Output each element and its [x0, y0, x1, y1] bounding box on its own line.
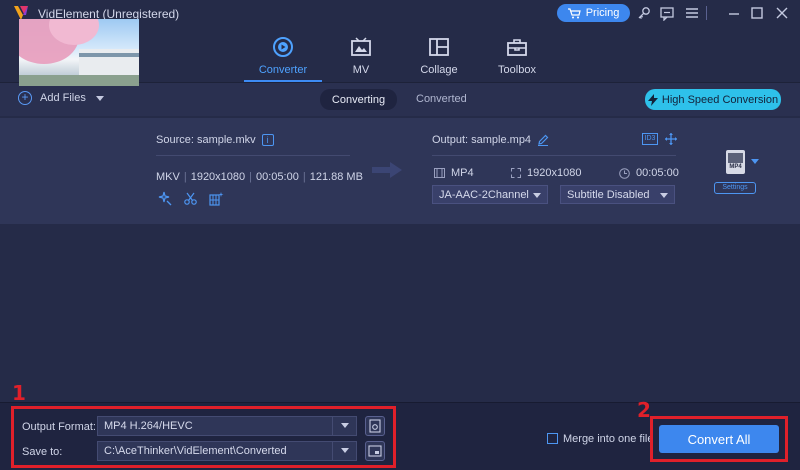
settings-button[interactable]: Settings: [714, 182, 756, 194]
magic-wand-icon[interactable]: [157, 191, 172, 206]
tab-mv-label: MV: [352, 64, 370, 76]
add-files-label: Add Files: [40, 92, 86, 104]
tab-converted[interactable]: Converted: [416, 93, 467, 105]
clock-icon: [619, 167, 630, 179]
add-files-button[interactable]: + Add Files: [18, 91, 104, 105]
audio-track-value: JA-AAC-2Channel: [439, 188, 529, 201]
resize-icon: [511, 168, 521, 178]
close-icon[interactable]: [774, 5, 790, 21]
info-icon[interactable]: i: [261, 134, 274, 146]
merge-label: Merge into one file: [563, 433, 654, 445]
source-info: Source: sample.mkv i: [156, 134, 274, 146]
output-format-meta: MP4: [434, 167, 474, 179]
pricing-label: Pricing: [585, 7, 620, 19]
audio-track-select[interactable]: JA-AAC-2Channel: [432, 185, 548, 204]
source-divider: [156, 155, 350, 156]
high-speed-conversion-button[interactable]: High Speed Conversion: [645, 89, 781, 110]
tab-converter-label: Converter: [258, 64, 308, 76]
pricing-button[interactable]: Pricing: [557, 4, 630, 22]
video-thumbnail[interactable]: [19, 19, 139, 86]
tab-converting[interactable]: Converting: [320, 89, 397, 110]
subtitle-value: Subtitle Disabled: [567, 188, 650, 201]
toolbar: + Add Files Converting Converted High Sp…: [0, 83, 800, 116]
converter-icon: [273, 37, 293, 57]
format-icon-label: MP4: [729, 164, 742, 170]
annotation-box-1: [11, 406, 396, 468]
toolbox-icon: [507, 39, 527, 56]
chevron-down-icon[interactable]: [95, 95, 104, 101]
output-format-icon[interactable]: MP4: [726, 150, 745, 174]
chevron-down-icon: [533, 193, 541, 198]
tab-toolbox-label: Toolbox: [498, 64, 536, 76]
chevron-down-icon: [660, 193, 668, 198]
cart-icon: [567, 7, 581, 18]
scissors-icon[interactable]: [183, 191, 198, 206]
collage-icon: [429, 38, 449, 56]
tab-collage-label: Collage: [420, 64, 458, 76]
source-size: 121.88 MB: [309, 171, 363, 183]
move-icon[interactable]: [664, 132, 678, 146]
source-format: MKV: [156, 171, 180, 183]
output-duration: 00:05:00: [636, 167, 679, 179]
source-resolution: 1920x1080: [190, 171, 246, 183]
mv-icon: [351, 37, 371, 56]
tab-toolbox[interactable]: Toolbox: [479, 36, 555, 80]
tab-converter[interactable]: Converter: [245, 36, 321, 80]
high-speed-label: High Speed Conversion: [661, 93, 779, 106]
source-duration: 00:05:00: [256, 171, 299, 183]
key-icon[interactable]: [636, 5, 652, 21]
format-dropdown-chevron-icon[interactable]: [751, 159, 759, 164]
film-icon: [434, 168, 445, 178]
output-resolution-meta: 1920x1080: [511, 167, 581, 179]
edit-tools: [157, 191, 224, 206]
output-format: MP4: [451, 167, 474, 179]
annotation-marker-2: 2: [637, 398, 651, 422]
plus-circle-icon: +: [18, 91, 32, 105]
minimize-icon[interactable]: [726, 5, 742, 21]
annotation-box-2: [650, 416, 788, 462]
maximize-icon[interactable]: [749, 5, 765, 21]
output-duration-meta: 00:05:00: [619, 167, 679, 179]
annotation-marker-1: 1: [12, 381, 26, 405]
id3-tag-icon[interactable]: ID3: [642, 133, 658, 145]
titlebar-divider: [706, 6, 707, 20]
arrow-right-icon: [372, 162, 402, 178]
menu-icon[interactable]: [684, 5, 700, 21]
source-meta: MKV | 1920x1080 | 00:05:00 | 121.88 MB: [156, 171, 363, 183]
lightning-icon: [647, 93, 658, 106]
edit-pencil-icon[interactable]: [537, 134, 549, 146]
merge-checkbox[interactable]: [547, 433, 558, 444]
tab-mv[interactable]: MV: [323, 36, 399, 80]
enhance-icon[interactable]: [209, 191, 224, 206]
output-divider: [432, 155, 676, 156]
output-filename: Output: sample.mp4: [432, 134, 532, 146]
subtitle-select[interactable]: Subtitle Disabled: [560, 185, 675, 204]
source-filename: Source: sample.mkv: [156, 134, 256, 146]
chat-icon[interactable]: [659, 5, 675, 21]
output-resolution: 1920x1080: [527, 167, 582, 179]
tab-collage[interactable]: Collage: [401, 36, 477, 80]
output-info: Output: sample.mp4: [432, 134, 549, 146]
